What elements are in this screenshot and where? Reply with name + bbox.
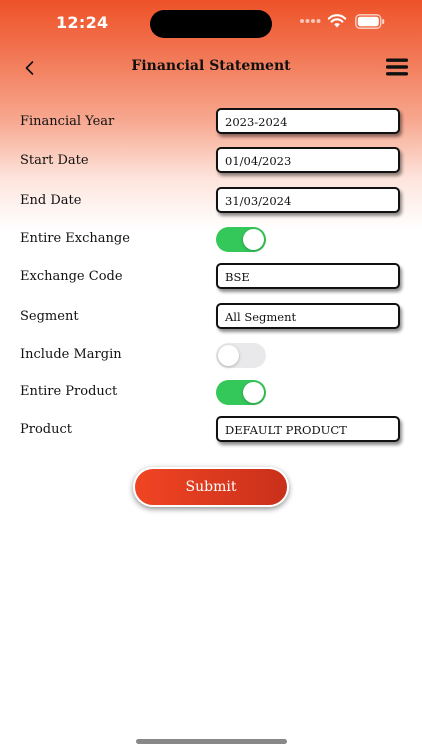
status-time: 12:24 <box>56 13 109 32</box>
entire-product-label: Entire Product <box>20 384 118 399</box>
include-margin-toggle[interactable] <box>216 343 266 368</box>
entire-exchange-toggle[interactable] <box>216 227 266 252</box>
start-date-row: Start Date 01/04/2023 <box>0 147 422 175</box>
end-date-row: End Date 31/03/2024 <box>0 187 422 215</box>
segment-row: Segment All Segment <box>0 303 422 331</box>
toggle-knob <box>218 345 239 366</box>
signal-dots-icon <box>300 19 321 23</box>
toggle-knob <box>243 382 264 403</box>
exchange-code-label: Exchange Code <box>20 269 123 284</box>
entire-exchange-label: Entire Exchange <box>20 231 130 246</box>
entire-exchange-row: Entire Exchange <box>0 225 422 253</box>
product-field[interactable]: DEFAULT PRODUCT <box>216 416 400 442</box>
financial-year-row: Financial Year 2023-2024 <box>0 108 422 136</box>
exchange-code-row: Exchange Code BSE <box>0 263 422 291</box>
status-bar: 12:24 <box>0 0 422 46</box>
page-title: Financial Statement <box>131 58 291 74</box>
product-label: Product <box>20 422 72 437</box>
home-indicator[interactable] <box>136 739 287 744</box>
exchange-code-field[interactable]: BSE <box>216 263 400 289</box>
nav-header: Financial Statement <box>0 48 422 88</box>
battery-icon <box>355 14 385 29</box>
dynamic-island <box>150 10 272 38</box>
segment-field[interactable]: All Segment <box>216 303 400 329</box>
submit-button[interactable]: Submit <box>133 467 289 507</box>
entire-product-row: Entire Product <box>0 378 422 406</box>
toggle-knob <box>243 229 264 250</box>
end-date-label: End Date <box>20 193 82 208</box>
segment-label: Segment <box>20 309 79 324</box>
start-date-field[interactable]: 01/04/2023 <box>216 147 400 173</box>
hamburger-menu-icon[interactable] <box>385 57 409 77</box>
start-date-label: Start Date <box>20 153 89 168</box>
include-margin-row: Include Margin <box>0 341 422 369</box>
end-date-field[interactable]: 31/03/2024 <box>216 187 400 213</box>
entire-product-toggle[interactable] <box>216 380 266 405</box>
include-margin-label: Include Margin <box>20 347 122 362</box>
financial-year-label: Financial Year <box>20 114 115 129</box>
product-row: Product DEFAULT PRODUCT <box>0 416 422 444</box>
wifi-icon <box>327 14 347 28</box>
financial-year-field[interactable]: 2023-2024 <box>216 108 400 134</box>
